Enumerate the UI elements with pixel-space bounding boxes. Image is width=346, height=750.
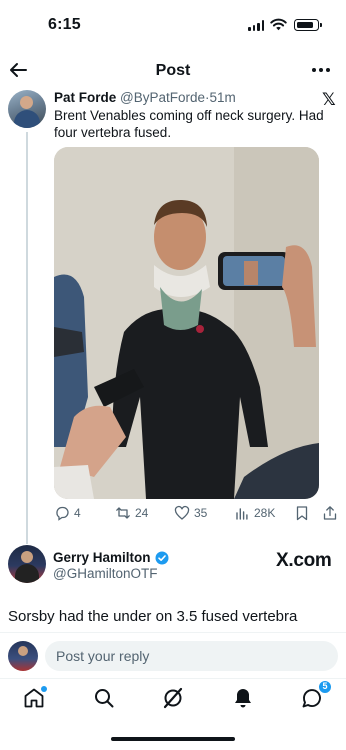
embedded-author-avatar[interactable] bbox=[8, 545, 46, 583]
status-bar: 6:15 bbox=[0, 0, 346, 50]
bookmark-button[interactable] bbox=[294, 505, 310, 521]
bookmark-icon bbox=[296, 506, 308, 521]
like-count: 35 bbox=[194, 506, 208, 520]
author-handle[interactable]: @ByPatForde bbox=[120, 90, 205, 105]
tweet-author-line: Pat Forde @ByPatForde·51m bbox=[54, 90, 236, 105]
reply-icon bbox=[56, 506, 69, 521]
embedded-author-handle[interactable]: @GHamiltonOTF bbox=[53, 566, 157, 581]
tab-explore[interactable] bbox=[92, 686, 116, 710]
reply-button[interactable]: 4 bbox=[54, 505, 81, 521]
author-avatar[interactable] bbox=[8, 90, 46, 128]
page-title: Post bbox=[155, 62, 191, 79]
embedded-tweet-text: Sorsby had the under on 3.5 fused verteb… bbox=[8, 608, 298, 625]
home-indicator bbox=[111, 737, 235, 741]
home-unread-dot bbox=[41, 686, 47, 692]
views-button[interactable]: 28K bbox=[234, 505, 275, 521]
embedded-author-name: Gerry Hamilton bbox=[53, 550, 151, 565]
divider bbox=[0, 632, 346, 633]
view-count: 28K bbox=[254, 506, 276, 520]
tweet-text: Brent Venables coming off neck surgery. … bbox=[54, 108, 324, 140]
xcom-logo: X.com bbox=[276, 550, 332, 571]
embedded-author-name-row[interactable]: Gerry Hamilton bbox=[53, 550, 169, 565]
divider bbox=[0, 678, 346, 679]
repost-count: 24 bbox=[135, 506, 149, 520]
battery-icon bbox=[294, 19, 322, 31]
share-icon bbox=[323, 506, 337, 520]
tweet-time: 51m bbox=[209, 90, 236, 105]
photo-illustration bbox=[54, 147, 319, 499]
bottom-tab-bar: 5 bbox=[0, 680, 346, 716]
tab-grok[interactable] bbox=[161, 686, 185, 710]
tab-notifications[interactable] bbox=[231, 686, 255, 710]
my-avatar[interactable] bbox=[8, 641, 38, 671]
bell-icon bbox=[235, 689, 251, 708]
grok-icon bbox=[163, 687, 183, 709]
tab-home[interactable] bbox=[22, 686, 47, 710]
share-button[interactable] bbox=[322, 505, 338, 521]
heart-icon bbox=[174, 505, 190, 520]
repost-icon bbox=[116, 507, 130, 519]
repost-button[interactable]: 24 bbox=[115, 505, 148, 521]
reply-count: 4 bbox=[74, 506, 81, 520]
tab-messages[interactable]: 5 bbox=[300, 680, 332, 710]
more-options-icon[interactable] bbox=[312, 68, 330, 72]
like-button[interactable]: 35 bbox=[174, 505, 207, 521]
messages-badge: 5 bbox=[318, 680, 332, 694]
cellular-signal-icon bbox=[248, 20, 264, 31]
tweet-actions: 4 24 35 28K bbox=[54, 505, 338, 525]
thread-connector-line bbox=[26, 132, 28, 544]
status-time: 6:15 bbox=[48, 16, 81, 33]
author-name[interactable]: Pat Forde bbox=[54, 90, 116, 105]
verified-badge-icon bbox=[155, 551, 169, 564]
search-icon bbox=[95, 689, 114, 708]
post-header: Post bbox=[0, 54, 346, 90]
tweet-photo[interactable] bbox=[54, 147, 319, 499]
analytics-icon bbox=[236, 508, 248, 520]
wifi-icon bbox=[270, 18, 287, 31]
reply-input[interactable] bbox=[45, 641, 338, 671]
